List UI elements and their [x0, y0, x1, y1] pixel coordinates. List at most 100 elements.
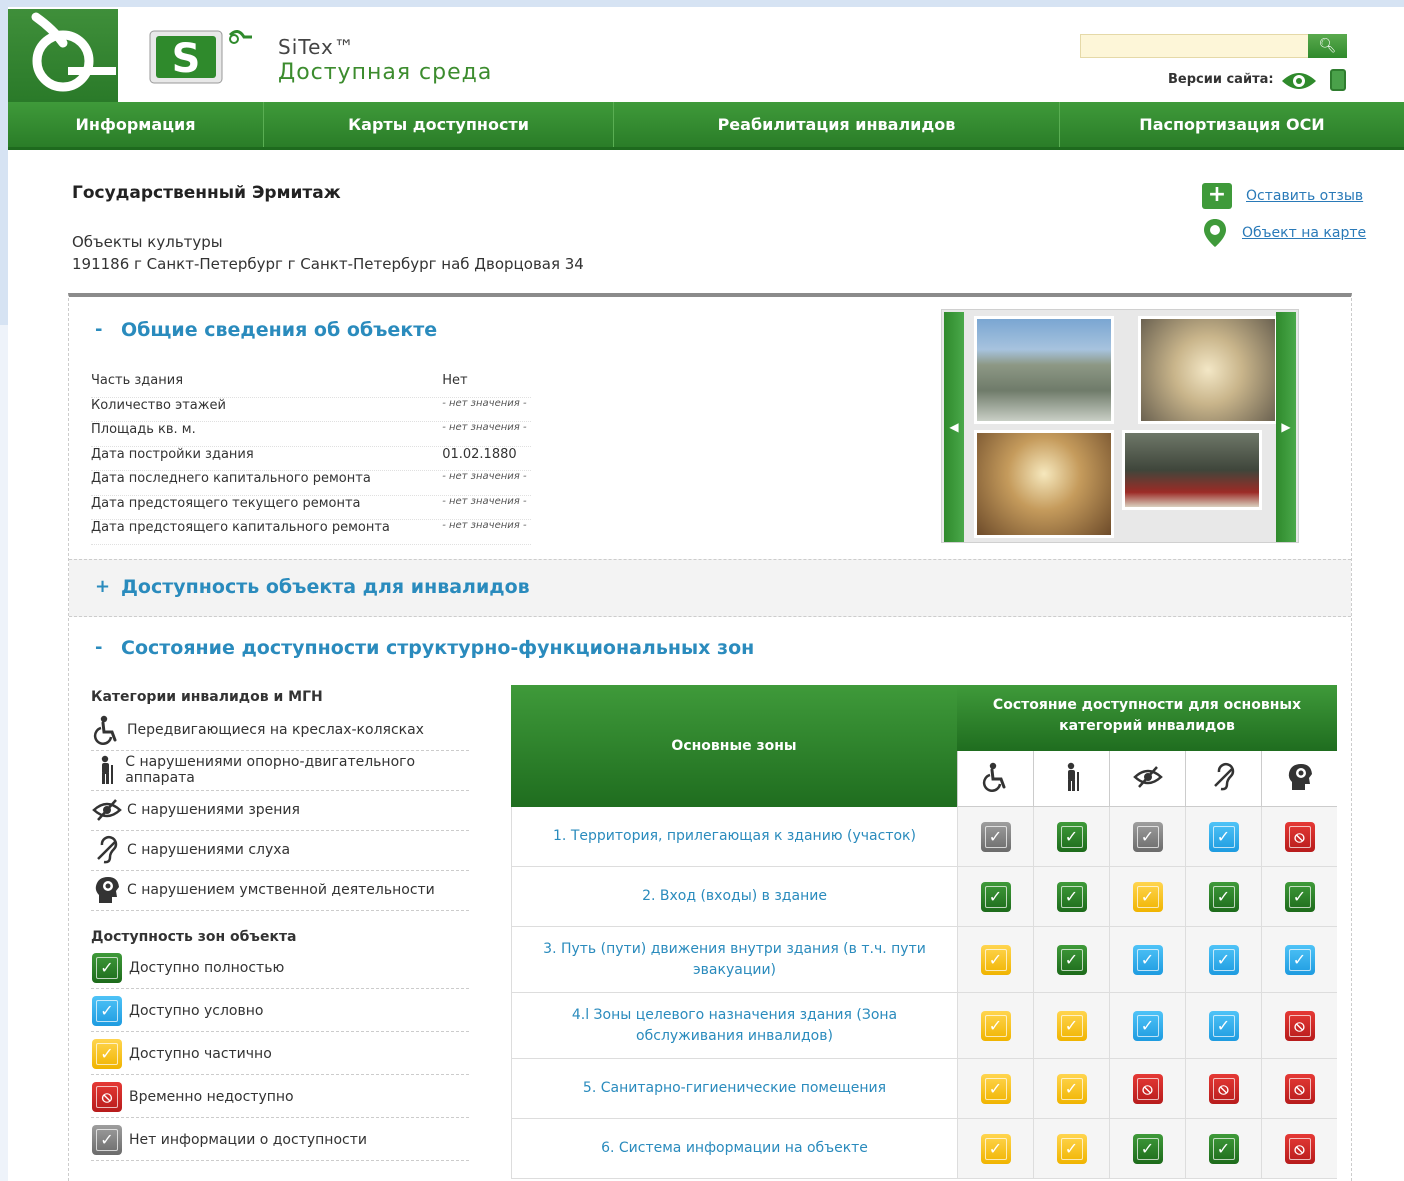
expand-icon[interactable]: + — [95, 576, 110, 597]
gallery-photo[interactable] — [1122, 430, 1262, 510]
status-cell: ✓ — [1109, 993, 1185, 1058]
mobile-version-icon[interactable] — [1330, 69, 1346, 91]
status-part-icon: ✓ — [1056, 1133, 1087, 1164]
eye-icon[interactable] — [1280, 69, 1318, 97]
category-label: С нарушениями опорно-двигательного аппар… — [125, 753, 416, 786]
status-cell: ⦸ — [1185, 1059, 1261, 1118]
table-row: 5. Санитарно-гигиенические помещения ✓ ✓ ⦸ ⦸… — [511, 1059, 1337, 1119]
status-cond-icon: ✓ — [92, 995, 122, 1026]
zone-link[interactable]: 3. Путь (пути) движения внутри здания (в… — [511, 927, 957, 992]
gallery-prev-button[interactable]: ◀ — [944, 312, 964, 542]
section-accessibility-header[interactable]: + Доступность объекта для инвалидов — [69, 559, 1351, 617]
access-label: Доступно полностью — [129, 959, 285, 976]
feedback-action[interactable]: + Оставить отзыв — [1202, 183, 1363, 209]
map-action[interactable]: Объект на карте — [1202, 218, 1366, 248]
status-cell: ✓ — [1185, 927, 1261, 992]
brand-subtitle: Доступная среда — [278, 60, 493, 85]
gallery-photo[interactable] — [974, 316, 1114, 424]
status-unk-icon: ✓ — [92, 1124, 122, 1155]
status-cell: ✓ — [957, 1059, 1033, 1118]
access-label: Доступно частично — [129, 1045, 272, 1062]
main-nav: Информация Карты доступности Реабилитаци… — [8, 102, 1404, 150]
zone-link[interactable]: 1. Территория, прилегающая к зданию (уча… — [511, 807, 957, 866]
status-cond-icon: ✓ — [1132, 1010, 1163, 1041]
page-title: Государственный Эрмитаж — [72, 183, 341, 203]
mental-icon — [1286, 762, 1314, 796]
zone-link[interactable]: 5. Санитарно-гигиенические помещения — [511, 1059, 957, 1118]
status-full-icon: ✓ — [1056, 821, 1087, 852]
table-row: 6. Система информации на объекте ✓ ✓ ✓ ✓ ⦸ — [511, 1119, 1337, 1179]
status-part-icon: ✓ — [1056, 1010, 1087, 1041]
feedback-link[interactable]: Оставить отзыв — [1246, 188, 1363, 204]
search-icon: 🔍︎ — [1318, 38, 1337, 54]
zone-link[interactable]: 4.l Зоны целевого назначения здания (Зон… — [511, 993, 957, 1058]
status-cell: ✓ — [957, 993, 1033, 1058]
access-legend-item: ✓ Доступно частично — [91, 1033, 469, 1075]
status-full-icon: ✓ — [980, 881, 1011, 912]
status-cell: ✓ — [957, 927, 1033, 992]
status-na-icon: ⦸ — [1132, 1073, 1163, 1104]
status-full-icon: ✓ — [1208, 881, 1239, 912]
gallery-photo[interactable] — [974, 430, 1114, 538]
table-row: 2. Вход (входы) в здание ✓ ✓ ✓ ✓ ✓ — [511, 867, 1337, 927]
nav-item-maps[interactable]: Карты доступности — [264, 102, 614, 147]
zone-link[interactable]: 6. Система информации на объекте — [511, 1119, 957, 1178]
search-input[interactable] — [1080, 34, 1310, 58]
photo-gallery: ◀ ▶ — [941, 309, 1299, 543]
section-zones-header[interactable]: - Состояние доступности структурно-функц… — [69, 637, 1351, 667]
status-na-icon: ⦸ — [92, 1081, 122, 1112]
window-frame-top — [0, 0, 1404, 7]
collapse-icon[interactable]: - — [95, 319, 102, 340]
status-cell: ✓ — [1033, 993, 1109, 1058]
status-part-icon: ✓ — [1132, 881, 1163, 912]
accessibility-logo-icon[interactable] — [8, 9, 118, 102]
wheelchair-icon — [982, 762, 1010, 796]
status-cell: ✓ — [1033, 1059, 1109, 1118]
map-link[interactable]: Объект на карте — [1242, 225, 1366, 241]
status-full-icon: ✓ — [1056, 881, 1087, 912]
col-hearing-header — [1185, 751, 1261, 807]
table-row: 4.l Зоны целевого назначения здания (Зон… — [511, 993, 1337, 1059]
status-cell: ⦸ — [1261, 993, 1337, 1058]
nav-item-info[interactable]: Информация — [8, 102, 264, 147]
nav-item-rehab[interactable]: Реабилитация инвалидов — [614, 102, 1060, 147]
info-row: Дата предстоящего текущего ремонта - нет … — [91, 496, 531, 520]
status-cell: ✓ — [1185, 1119, 1261, 1178]
info-row: Дата последнего капитального ремонта - не… — [91, 471, 531, 496]
category-legend-item: С нарушениями зрения — [91, 789, 469, 831]
status-cond-icon: ✓ — [1132, 944, 1163, 975]
status-full-icon: ✓ — [1208, 1133, 1239, 1164]
col-status-header: Состояние доступности для основных катег… — [957, 685, 1337, 751]
collapse-icon[interactable]: - — [95, 637, 102, 658]
status-cell: ✓ — [1033, 867, 1109, 926]
hearing-icon — [1211, 762, 1237, 796]
category-label: С нарушениями зрения — [127, 801, 300, 818]
status-cell: ✓ — [957, 1119, 1033, 1178]
general-info-table: Часть здания Нет Количество этажей - нет з… — [91, 373, 531, 545]
status-cell: ✓ — [1033, 1119, 1109, 1178]
status-cell: ⦸ — [1261, 807, 1337, 866]
sitex-logo-icon[interactable]: S — [148, 25, 252, 85]
status-cell: ✓ — [1261, 867, 1337, 926]
search-button[interactable]: 🔍︎ — [1308, 34, 1347, 58]
gallery-next-button[interactable]: ▶ — [1276, 312, 1296, 542]
hearing-icon — [91, 834, 123, 866]
status-full-icon: ✓ — [92, 952, 122, 983]
status-cell: ✓ — [1033, 927, 1109, 992]
status-cond-icon: ✓ — [1208, 1010, 1239, 1041]
zones-table-header: Основные зоны Состояние доступности для … — [511, 685, 1337, 807]
table-row: 3. Путь (пути) движения внутри здания (в… — [511, 927, 1337, 993]
category-label: С нарушением умственной деятельности — [127, 881, 435, 898]
nav-item-passport[interactable]: Паспортизация ОСИ — [1060, 102, 1404, 147]
object-address: 191186 г Санкт-Петербург г Санкт-Петербу… — [72, 255, 584, 273]
status-na-icon: ⦸ — [1284, 1010, 1315, 1041]
status-cell: ✓ — [1185, 993, 1261, 1058]
col-vision-header — [1109, 751, 1185, 807]
gallery-photo[interactable] — [1138, 316, 1278, 424]
zone-link[interactable]: 2. Вход (входы) в здание — [511, 867, 957, 926]
info-row: Дата постройки здания 01.02.1880 — [91, 447, 531, 471]
table-row: 1. Территория, прилегающая к зданию (уча… — [511, 807, 1337, 867]
status-cond-icon: ✓ — [1208, 944, 1239, 975]
status-cell: ✓ — [1185, 867, 1261, 926]
status-full-icon: ✓ — [1132, 1133, 1163, 1164]
